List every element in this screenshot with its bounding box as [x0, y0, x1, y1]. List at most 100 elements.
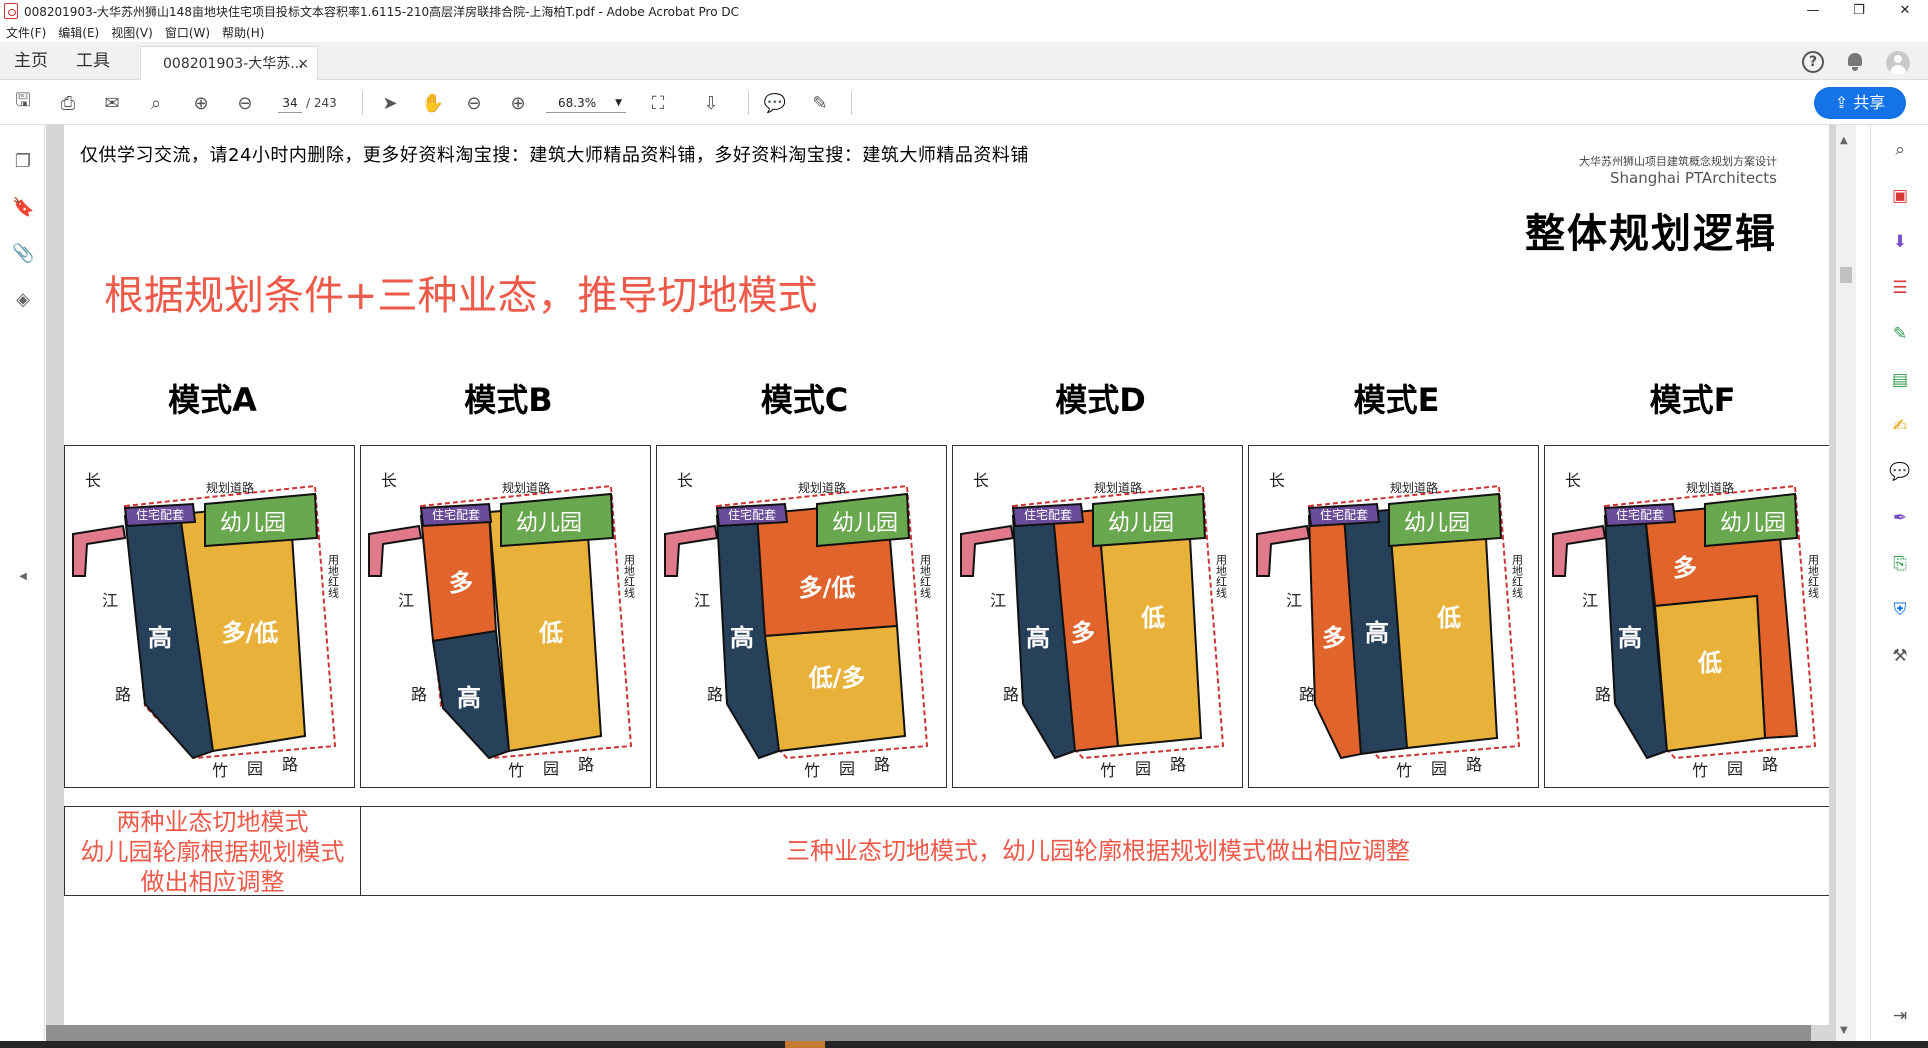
send-for-signature-icon[interactable]: ✒ — [1888, 507, 1912, 529]
redline-label: 用地红线 — [1511, 554, 1524, 598]
edit-pdf-icon[interactable]: ✎ — [1888, 323, 1912, 345]
zone-label-c-1: 多/低 — [799, 574, 856, 602]
road-label-jiang: 江 — [102, 591, 118, 610]
road-label-lu2: 路 — [578, 755, 594, 774]
mode-title-e: 模式E — [1353, 381, 1440, 419]
share-button[interactable]: ⇪ 共享 — [1814, 87, 1906, 119]
road-label-yuan: 园 — [1431, 759, 1447, 778]
zone-label-b-1: 高 — [457, 684, 481, 712]
road-label-jiang: 江 — [694, 591, 710, 610]
zoom-out-icon[interactable]: ⊖ — [461, 91, 487, 115]
tab-tools[interactable]: 工具 — [76, 42, 110, 80]
mode-title-b: 模式B — [464, 381, 553, 419]
previous-page-icon[interactable]: ⊕ — [188, 91, 214, 115]
notification-bell-icon[interactable] — [1846, 51, 1864, 71]
menu-window[interactable]: 窗口(W) — [165, 24, 210, 41]
road-label-yuan: 园 — [839, 759, 855, 778]
road-label-lu: 路 — [707, 685, 723, 704]
print-icon[interactable]: ⎙ — [55, 91, 81, 115]
mode-title-a: 模式A — [168, 381, 257, 419]
tab-home[interactable]: 主页 — [14, 42, 48, 80]
road-label-chang: 长 — [973, 471, 989, 490]
menu-bar: 文件(F) 编辑(E) 视图(V) 窗口(W) 帮助(H) — [0, 22, 1928, 42]
summary-two-types: 两种业态切地模式 幼儿园轮廓根据规划模式 做出相应调整 — [65, 807, 361, 896]
left-navigation-pane: ❐ 🔖 📎 ◈ ◀ — [0, 125, 45, 1041]
site-plan-svg-f: 高多低幼儿园住宅配套规划道路长江路竹园路用地红线 — [1552, 471, 1820, 780]
email-icon[interactable]: ✉ — [99, 91, 125, 115]
mode-title-f: 模式F — [1649, 381, 1736, 419]
close-window-button[interactable]: ✕ — [1882, 0, 1928, 22]
site-plan-e: 多高低幼儿园 住宅配套 规划道路长江路竹园路用地红线 — [1248, 445, 1539, 788]
road-label-chang: 长 — [85, 471, 101, 490]
kindergarten-label: 幼儿园 — [832, 511, 898, 536]
document-view[interactable]: 仅供学习交流，请24小时内删除，更多好资料淘宝搜：建筑大师精品资料铺，多好资料淘… — [46, 125, 1841, 1041]
protect-icon[interactable]: ⛨ — [1888, 599, 1912, 621]
road-label-yuan: 园 — [543, 759, 559, 778]
menu-edit[interactable]: 编辑(E) — [58, 24, 99, 41]
zoom-search-icon[interactable]: ⌕ — [1888, 139, 1912, 161]
search-icon[interactable]: ⌕ — [143, 91, 169, 115]
scrollbar-thumb[interactable] — [1840, 267, 1852, 283]
more-tools-icon[interactable]: ⚒ — [1888, 645, 1912, 667]
maximize-button[interactable]: ❐ — [1836, 0, 1882, 22]
kindergarten-label: 幼儿园 — [1720, 511, 1786, 536]
organize-pages-icon[interactable]: ☰ — [1888, 277, 1912, 299]
road-label-lu: 路 — [115, 685, 131, 704]
attachments-icon[interactable]: 📎 — [12, 243, 34, 265]
save-icon[interactable]: 🖫 — [10, 90, 36, 115]
select-cursor-icon[interactable]: ➤ — [377, 91, 403, 115]
road-label-zhu: 竹 — [1692, 761, 1708, 780]
comment-icon[interactable]: 💬 — [762, 91, 788, 115]
kindergarten-label: 幼儿园 — [1108, 511, 1174, 536]
fit-page-icon[interactable]: ⛶ — [645, 91, 671, 115]
menu-view[interactable]: 视图(V) — [111, 24, 153, 41]
road-label-top: 规划道路 — [798, 480, 846, 495]
account-avatar-icon[interactable] — [1886, 51, 1910, 75]
minimize-button[interactable]: — — [1790, 0, 1836, 22]
summary-table: 两种业态切地模式 幼儿园轮廓根据规划模式 做出相应调整 三种业态切地模式，幼儿园… — [64, 806, 1829, 896]
scroll-mode-icon[interactable]: ⇩ — [698, 91, 724, 115]
create-pdf-icon[interactable]: ⬇ — [1888, 231, 1912, 253]
vertical-scrollbar[interactable]: ▲ ▼ — [1836, 125, 1856, 1041]
collapse-left-pane-icon[interactable]: ◀ — [12, 571, 34, 593]
road-label-lu2: 路 — [874, 755, 890, 774]
watermark-notice: 仅供学习交流，请24小时内删除，更多好资料淘宝搜：建筑大师精品资料铺，多好资料淘… — [80, 145, 1029, 166]
bookmarks-icon[interactable]: 🔖 — [12, 197, 34, 219]
comment-tool-icon[interactable]: 💬 — [1888, 461, 1912, 483]
menu-help[interactable]: 帮助(H) — [222, 24, 264, 41]
redline-label: 用地红线 — [919, 554, 932, 598]
road-label-lu2: 路 — [1170, 755, 1186, 774]
help-icon[interactable]: ? — [1802, 51, 1824, 73]
page-thumbnails-icon[interactable]: ❐ — [12, 151, 34, 173]
hand-tool-icon[interactable]: ✋ — [420, 91, 446, 115]
scroll-down-icon[interactable]: ▼ — [1840, 1025, 1848, 1036]
zoom-in-icon[interactable]: ⊕ — [505, 91, 531, 115]
menu-file[interactable]: 文件(F) — [6, 24, 46, 41]
tab-document[interactable]: 008201903-大华苏... × — [140, 46, 318, 80]
site-plan-svg-e: 多高低幼儿园住宅配套规划道路长江路竹园路用地红线 — [1256, 471, 1524, 780]
layers-icon[interactable]: ◈ — [12, 289, 34, 311]
combine-files-icon[interactable]: ▤ — [1888, 369, 1912, 391]
road-label-chang: 长 — [381, 471, 397, 490]
collapse-right-pane-icon[interactable]: ⇥ — [1888, 1005, 1912, 1027]
scroll-up-icon[interactable]: ▲ — [1840, 135, 1848, 146]
zone-label-a-0: 高 — [148, 624, 172, 652]
close-tab-button[interactable]: × — [297, 47, 309, 81]
zoom-select[interactable]: 68.3% ▼ — [546, 93, 626, 113]
summary-two-types-text: 两种业态切地模式 幼儿园轮廓根据规划模式 做出相应调整 — [80, 808, 345, 896]
zoom-value: 68.3% — [558, 96, 597, 110]
housing-support-label: 住宅配套 — [432, 507, 480, 522]
road-label-lu: 路 — [1003, 685, 1019, 704]
zone-label-e-2: 低 — [1436, 604, 1461, 632]
fill-sign-icon[interactable]: ✍ — [1888, 415, 1912, 437]
taskbar-strip — [0, 1041, 1928, 1048]
road-label-top: 规划道路 — [1390, 480, 1438, 495]
zone-label-c-0: 高 — [730, 624, 754, 652]
export-pdf-icon[interactable]: ▣ — [1888, 185, 1912, 207]
redline-label: 用地红线 — [1215, 554, 1228, 598]
window-titlebar: 008201903-大华苏州狮山148亩地块住宅项目投标文本容积率1.6115-… — [0, 0, 1928, 22]
scan-ocr-icon[interactable]: ⎘ — [1888, 553, 1912, 575]
page-number-input[interactable]: 34 — [278, 93, 302, 113]
next-page-icon[interactable]: ⊖ — [232, 91, 258, 115]
sign-pen-icon[interactable]: ✎ — [807, 91, 833, 115]
